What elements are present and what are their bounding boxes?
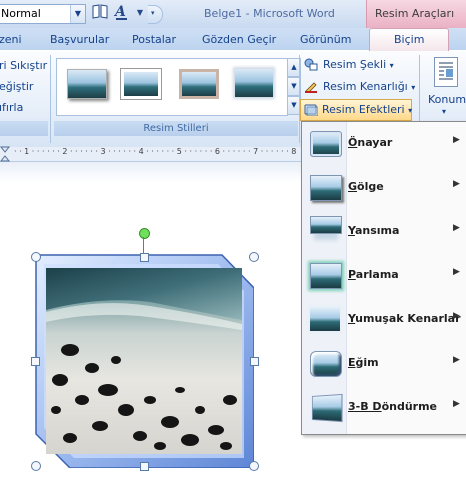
picture-effects-menu: Önayar ▶ Gölge ▶ Yansıma ▶ Parlama ▶ Yum… xyxy=(301,121,466,435)
resize-handle[interactable] xyxy=(140,253,149,262)
group-separator xyxy=(50,55,51,143)
picture-styles-group-label: Resim Stilleri xyxy=(54,121,298,136)
chevron-down-icon: ▾ xyxy=(442,107,447,116)
menu-item-label: ğim xyxy=(355,356,379,369)
chevron-down-icon[interactable]: ▼ xyxy=(134,3,146,23)
tab-view[interactable]: Görünüm xyxy=(300,33,351,46)
resize-handle[interactable] xyxy=(249,252,259,262)
menu-item-accel: P xyxy=(348,268,356,281)
bevel-icon xyxy=(310,351,342,377)
svg-text:A: A xyxy=(113,4,126,20)
chevron-down-icon: ▾ xyxy=(151,9,155,17)
picture-style-thumbnail[interactable] xyxy=(67,69,107,99)
menu-item-accel: 3-B D xyxy=(348,400,382,413)
chevron-right-icon: ▶ xyxy=(453,135,460,145)
effects-icon xyxy=(304,103,319,117)
style-combo[interactable]: Normal ▼ xyxy=(0,4,86,24)
style-combo-value: Normal xyxy=(1,7,41,20)
ruler-marks: · · 1 · · · · · · 2 · · · · · · 3 · · · … xyxy=(14,147,297,156)
picture-styles-gallery[interactable] xyxy=(56,58,288,116)
menu-item-accel: G xyxy=(348,180,358,193)
menu-item-label: arlama xyxy=(355,268,399,281)
chevron-right-icon: ▶ xyxy=(453,311,460,321)
font-color-icon[interactable]: A xyxy=(112,3,134,23)
chevron-down-icon[interactable]: ▼ xyxy=(70,5,85,23)
chevron-right-icon: ▶ xyxy=(453,267,460,277)
resize-handle[interactable] xyxy=(140,462,149,471)
compress-pictures-button[interactable]: ri Sıkıştır xyxy=(0,59,47,72)
glow-icon xyxy=(310,263,342,289)
picture-style-thumbnail[interactable] xyxy=(179,69,219,99)
rotation-handle-line xyxy=(143,237,144,254)
picture-style-thumbnail[interactable] xyxy=(235,69,273,97)
position-button[interactable]: Konum ▾ xyxy=(428,55,466,117)
tab-format[interactable]: Biçim xyxy=(369,28,449,53)
chevron-down-icon: ▾ xyxy=(389,61,394,70)
tab-references[interactable]: Başvurular xyxy=(50,33,109,46)
chevron-right-icon: ▶ xyxy=(453,355,460,365)
picture-effects-label: Resim Efektleri xyxy=(322,103,405,116)
menu-item-accel: E xyxy=(348,356,356,369)
resize-handle[interactable] xyxy=(250,357,259,366)
menu-item-reflection[interactable]: Yansıma ▶ xyxy=(302,210,466,254)
picture-shape-label: Resim Şekli xyxy=(323,58,387,71)
resize-handle[interactable] xyxy=(31,461,41,471)
menu-item-label: öndürme xyxy=(381,400,438,413)
preset-icon xyxy=(310,131,342,157)
chevron-right-icon: ▶ xyxy=(453,223,460,233)
tab-mailings[interactable]: Postalar xyxy=(132,33,176,46)
resize-handle[interactable] xyxy=(249,461,259,471)
menu-item-accel: Y xyxy=(348,224,355,237)
menu-item-label: nayar xyxy=(357,136,393,149)
soft-edges-icon xyxy=(310,307,340,331)
menu-item-label: umuşak Kenarlar xyxy=(355,312,461,325)
change-picture-button[interactable]: eğiştir xyxy=(0,80,33,93)
menu-item-label: ölge xyxy=(357,180,384,193)
window-title: Belge1 - Microsoft Word xyxy=(204,7,335,20)
tab-format-label: Biçim xyxy=(394,33,425,46)
resize-handle[interactable] xyxy=(31,357,40,366)
menu-item-bevel[interactable]: Eğim ▶ xyxy=(302,342,466,386)
context-tab-header-label: Resim Araçları xyxy=(375,7,455,20)
picture-border-button[interactable]: Resim Kenarlığı ▾ xyxy=(302,78,420,96)
shadow-icon xyxy=(310,175,342,201)
menu-item-glow[interactable]: Parlama ▶ xyxy=(302,254,466,298)
selected-picture[interactable] xyxy=(30,250,255,469)
position-label: Konum xyxy=(428,93,466,106)
menu-item-accel: Ö xyxy=(348,136,358,149)
menu-item-3d-rotation[interactable]: 3-B Döndürme ▶ xyxy=(302,386,466,430)
menu-item-soft-edges[interactable]: Yumuşak Kenarlar ▶ xyxy=(302,298,466,342)
picture-shape-button[interactable]: Resim Şekli ▾ xyxy=(302,56,412,74)
adjust-group-label xyxy=(0,121,48,136)
chevron-down-icon: ▾ xyxy=(411,83,416,92)
picture-border-label: Resim Kenarlığı xyxy=(323,80,408,93)
chevron-right-icon: ▶ xyxy=(453,179,460,189)
shapes-icon xyxy=(304,58,318,71)
position-icon xyxy=(434,57,458,87)
pencil-icon xyxy=(304,80,318,94)
3d-rotation-icon xyxy=(311,393,343,423)
menu-item-shadow[interactable]: Gölge ▶ xyxy=(302,166,466,210)
chevron-down-icon: ▾ xyxy=(408,106,413,115)
menu-item-label: ansıma xyxy=(354,224,400,237)
book-icon[interactable] xyxy=(90,3,110,23)
resize-handle[interactable] xyxy=(31,252,41,262)
picture-style-thumbnail[interactable] xyxy=(120,68,162,100)
rotation-handle[interactable] xyxy=(139,228,150,239)
tab-page-layout[interactable]: zeni xyxy=(0,33,22,46)
context-tab-header: Resim Araçları xyxy=(366,0,466,28)
tab-review[interactable]: Gözden Geçir xyxy=(202,33,276,46)
menu-item-preset[interactable]: Önayar ▶ xyxy=(302,122,466,166)
reset-picture-button[interactable]: ıfırla xyxy=(0,101,23,114)
picture-effects-button[interactable]: Resim Efektleri ▾ xyxy=(300,99,412,121)
reflection-icon xyxy=(310,216,342,234)
chevron-right-icon: ▶ xyxy=(453,399,460,409)
